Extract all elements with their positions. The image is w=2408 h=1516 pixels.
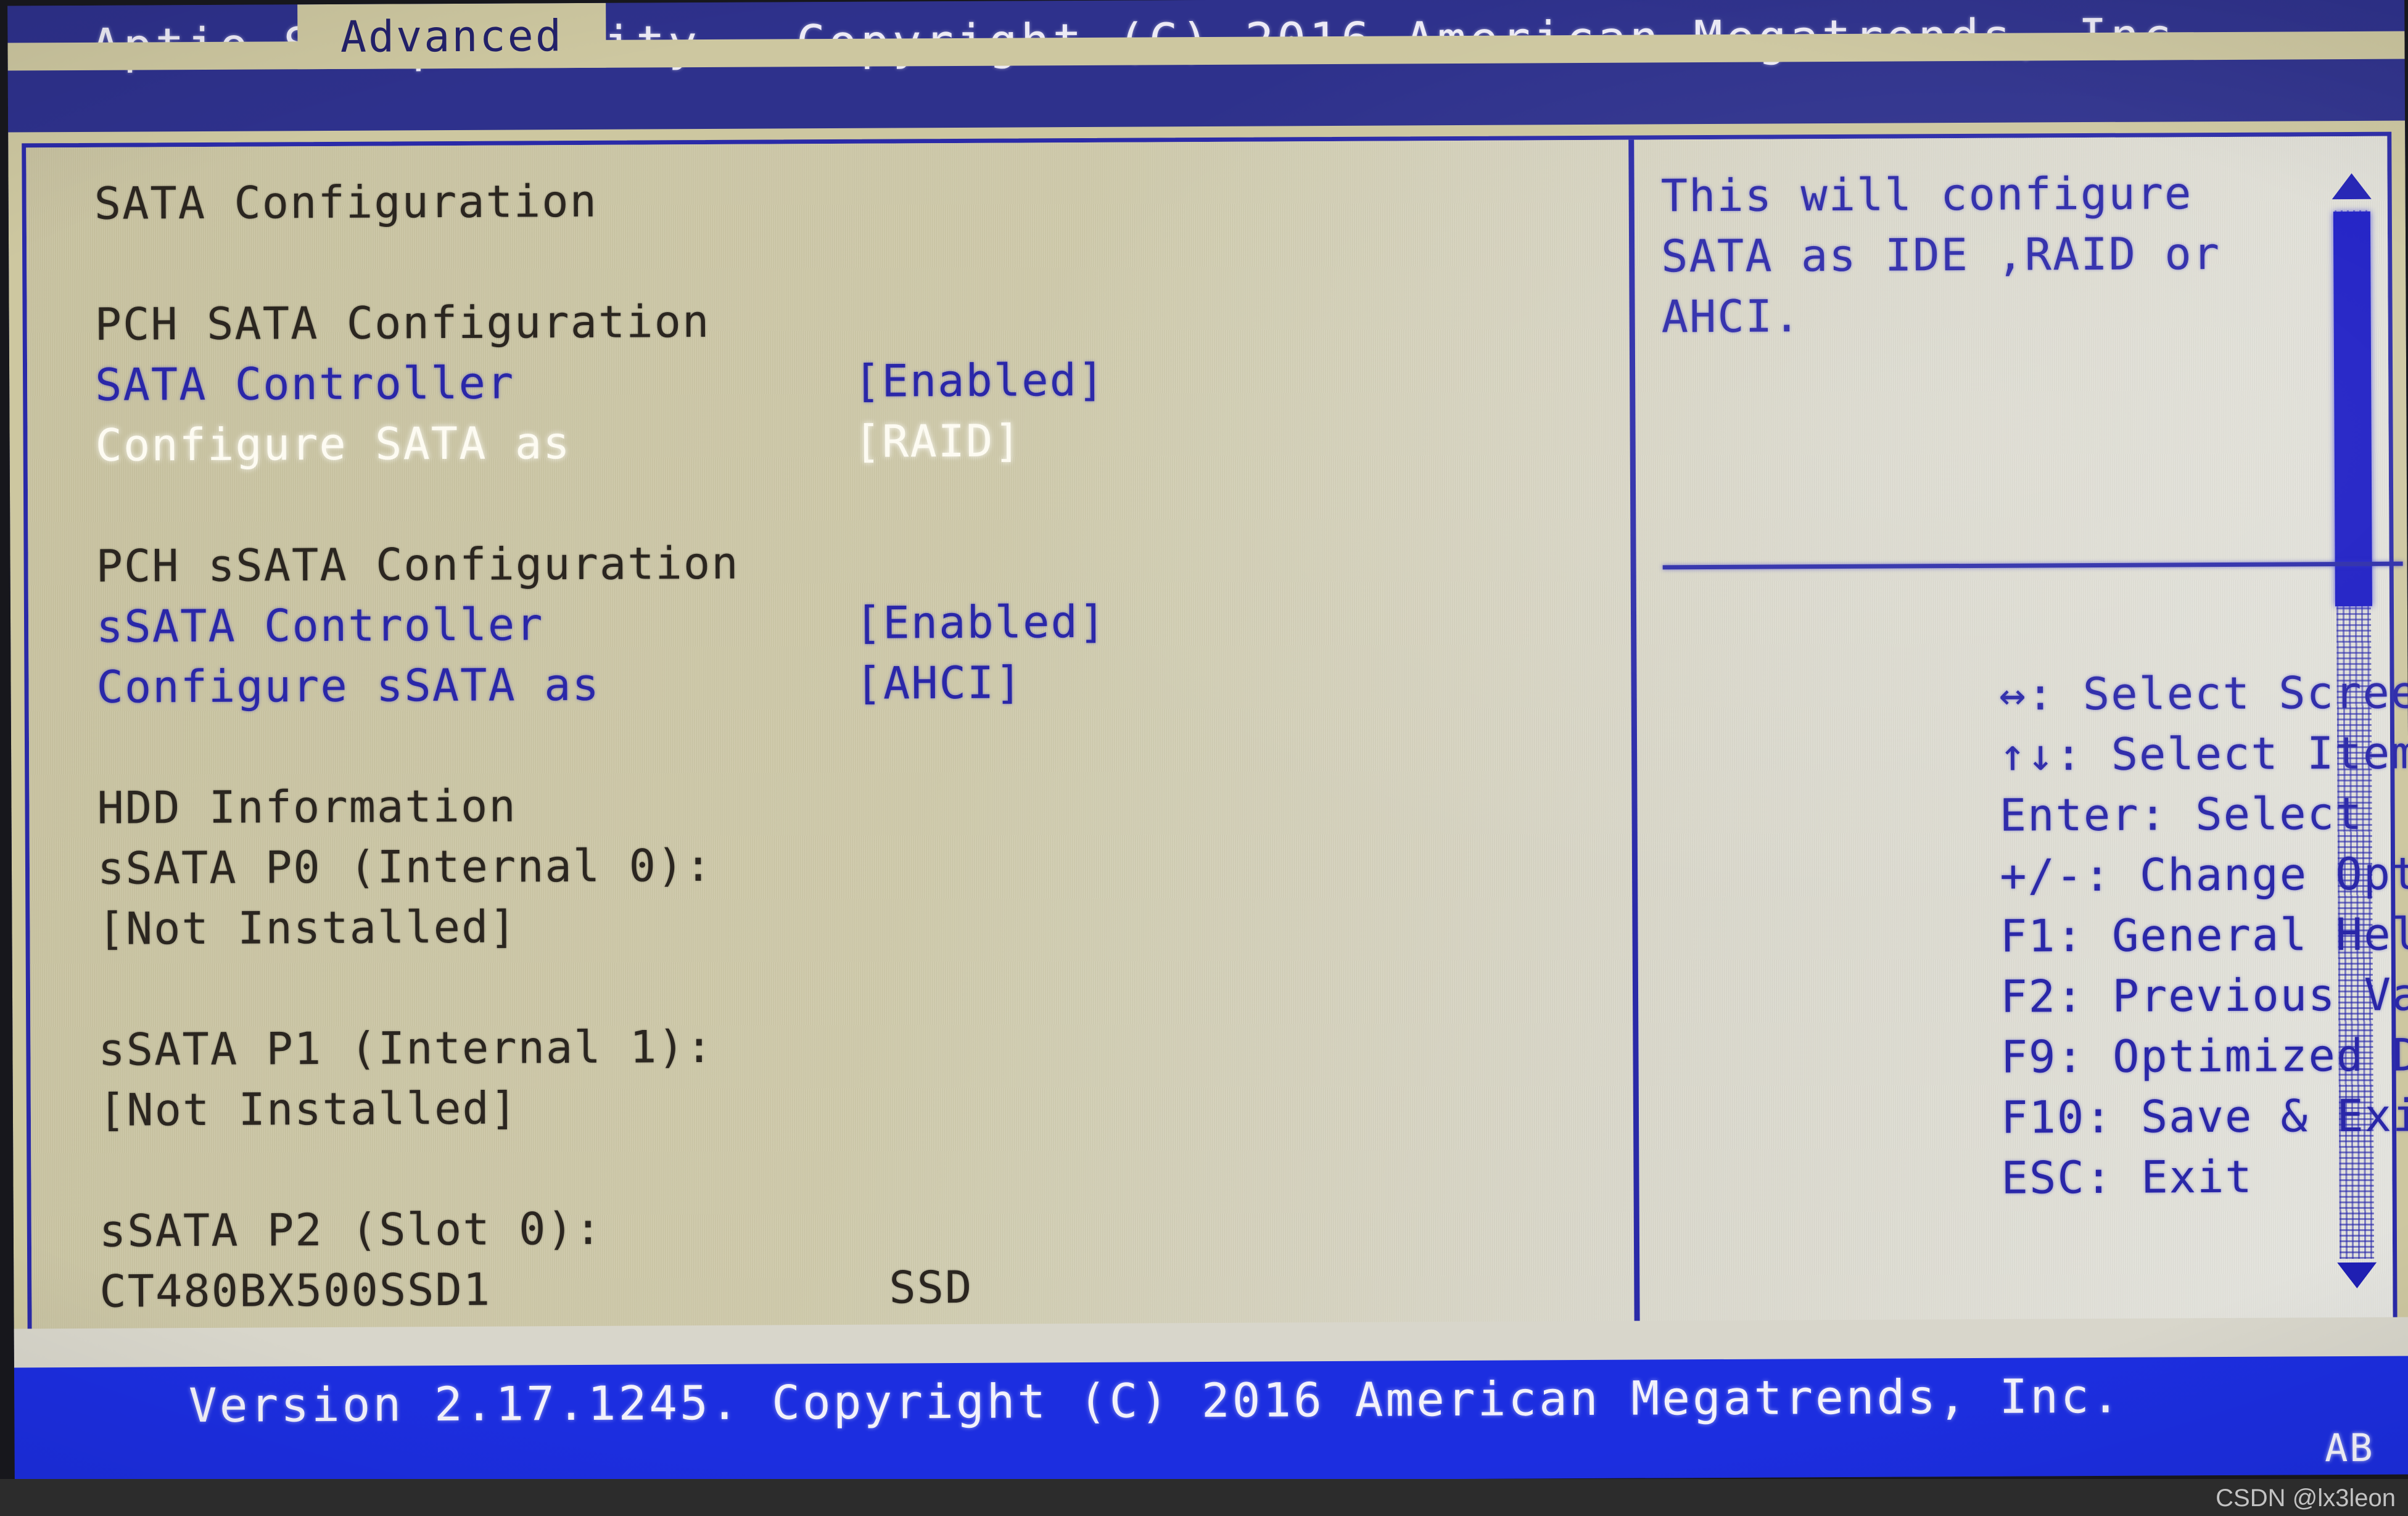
settings-list: SATA Configuration PCH SATA Configuratio… <box>26 140 1617 1336</box>
key-legend-desc: Save & Exit <box>2140 1089 2408 1143</box>
arrow-left-right-icon: ↔: <box>1998 668 2055 720</box>
hdd-entry-model: [Not Installed] <box>97 891 1615 959</box>
f2-key-icon: F2: <box>2000 970 2085 1023</box>
photo-bottom-edge <box>0 1479 2408 1516</box>
hdd-entry-model: CT480BX500SSD1 SSD <box>99 1254 1617 1322</box>
hdd-port-label: sSATA P0 (Internal 0): <box>97 839 713 894</box>
key-legend-desc: Previous Values <box>2112 968 2408 1022</box>
key-legend-desc: Select <box>2167 787 2364 841</box>
key-legend-desc: Select Item <box>2083 727 2408 781</box>
hdd-entry-model: [Not Installed] <box>99 1073 1616 1140</box>
key-legend-desc: Optimized Defaults <box>2112 1028 2408 1082</box>
setting-label: sSATA Controller <box>96 598 544 653</box>
hdd-entry-port: sSATA P1 (Internal 1): <box>98 1012 1615 1080</box>
tab-advanced[interactable]: Advanced <box>297 2 606 70</box>
f9-key-icon: F9: <box>2000 1031 2085 1083</box>
help-text-line: This will configure <box>1660 167 2193 222</box>
section-title-label: SATA Configuration <box>94 175 598 229</box>
status-badge: AB <box>2324 1425 2375 1471</box>
hdd-info-heading-label: HDD Information <box>97 780 517 834</box>
key-legend-desc: Change Opt. <box>2139 847 2408 901</box>
key-legend-select-screen: ↔: Select Screen <box>1663 602 2408 720</box>
group-heading-pch-sata: PCH SATA Configuration <box>94 287 1612 355</box>
esc-key-icon: ESC: <box>2001 1151 2114 1204</box>
hdd-info-heading: HDD Information <box>97 770 1614 838</box>
setting-row-ssata-controller[interactable]: sSATA Controller [Enabled] <box>96 589 1614 657</box>
setting-row-configure-ssata-as[interactable]: Configure sSATA as [AHCI] <box>96 649 1614 717</box>
monitor-photo: Aptio Setup Utility - Copyright (C) 2016… <box>0 0 2408 1516</box>
f1-key-icon: F1: <box>2000 910 2084 962</box>
help-text-line: AHCI. <box>1661 290 1802 343</box>
setting-value[interactable]: [Enabled] <box>854 350 1106 411</box>
key-legend: ↔: Select Screen ↑↓: Select Item Enter: … <box>1663 602 2408 1204</box>
group-heading-label: PCH sSATA Configuration <box>96 537 740 592</box>
hdd-port-label: sSATA P1 (Internal 1): <box>98 1020 714 1076</box>
hdd-entry-port: sSATA P0 (Internal 0): <box>97 831 1615 899</box>
setting-label: SATA Controller <box>94 356 515 411</box>
bios-footer: Version 2.17.1245. Copyright (C) 2016 Am… <box>14 1356 2408 1486</box>
key-legend-desc: General Help <box>2111 908 2408 962</box>
content-panel: SATA Configuration PCH SATA Configuratio… <box>22 131 2408 1340</box>
setting-value[interactable]: [RAID] <box>854 410 1022 471</box>
arrow-up-down-icon: ↑↓: <box>1999 728 2084 781</box>
group-heading-pch-ssata: PCH sSATA Configuration <box>96 529 1613 596</box>
section-title: SATA Configuration <box>94 166 1611 234</box>
help-text-line: SATA as IDE ,RAID or <box>1660 227 2221 282</box>
key-legend-desc: Select Screen <box>2055 666 2408 720</box>
hdd-model-label: [Not Installed] <box>97 900 517 955</box>
setting-value[interactable]: [Enabled] <box>855 591 1107 653</box>
bios-body: SATA Configuration PCH SATA Configuratio… <box>8 120 2408 1369</box>
hdd-model-label: CT480BX500SSD1 <box>99 1263 492 1317</box>
key-legend-desc: Exit <box>2113 1150 2253 1203</box>
group-heading-label: PCH SATA Configuration <box>94 295 711 350</box>
f10-key-icon: F10: <box>2000 1090 2113 1143</box>
setting-row-configure-sata-as[interactable]: Configure SATA as [RAID] <box>95 408 1612 476</box>
setting-value[interactable]: [AHCI] <box>855 652 1023 713</box>
footer-version-text: Version 2.17.1245. Copyright (C) 2016 Am… <box>188 1368 2122 1433</box>
setting-row-sata-controller[interactable]: SATA Controller [Enabled] <box>95 347 1612 415</box>
hdd-port-label: sSATA P2 (Slot 0): <box>99 1202 603 1257</box>
setting-label: Configure SATA as <box>95 417 571 471</box>
plus-minus-key-icon: +/-: <box>2000 849 2112 902</box>
hdd-model-label: [Not Installed] <box>98 1082 519 1136</box>
enter-key-icon: Enter: <box>1999 788 2168 841</box>
hdd-type-label: SSD <box>889 1261 973 1314</box>
bios-setup-screen: Aptio Setup Utility - Copyright (C) 2016… <box>7 0 2408 1486</box>
setting-label: Configure sSATA as <box>96 658 601 713</box>
watermark-text: CSDN @lx3leon <box>2216 1485 2396 1512</box>
hdd-entry-port: sSATA P2 (Slot 0): <box>99 1193 1617 1261</box>
bios-header: Aptio Setup Utility - Copyright (C) 2016… <box>7 0 2406 133</box>
